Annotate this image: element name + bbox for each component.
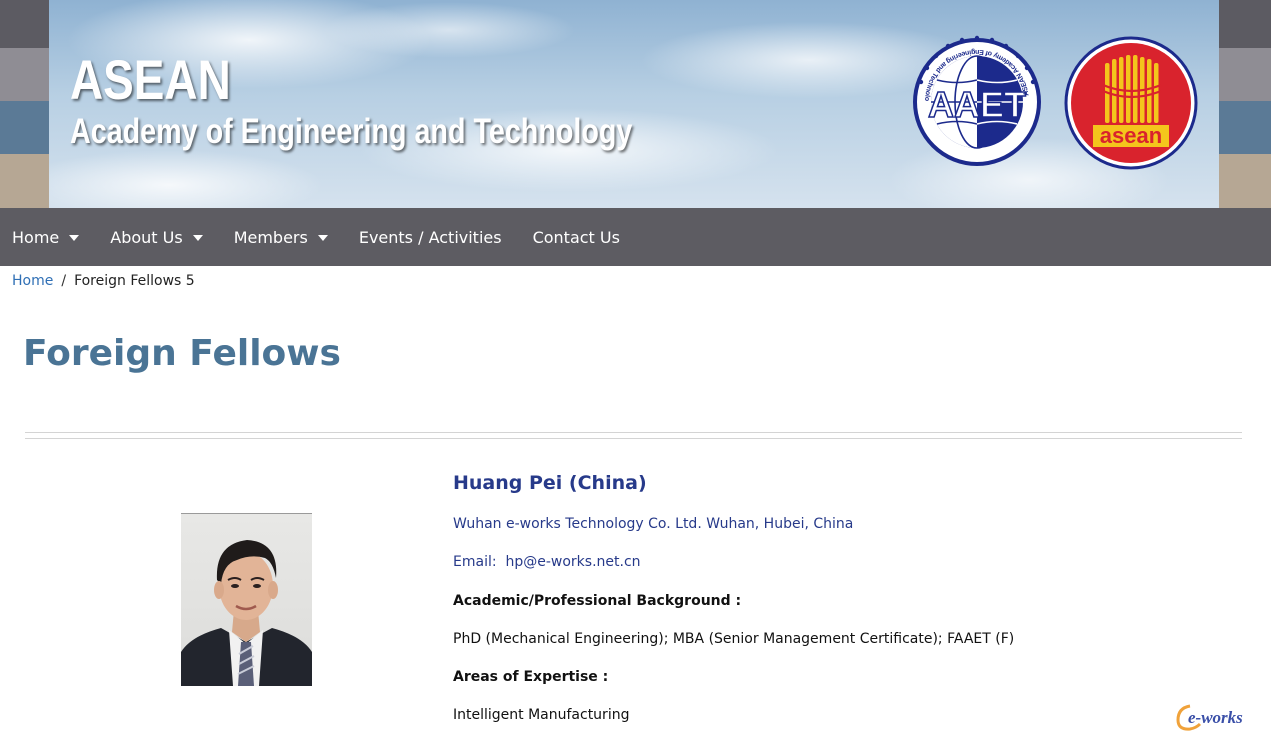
nav-contact-us[interactable]: Contact Us	[533, 228, 620, 247]
email-label: Email:	[453, 554, 497, 570]
asean-logo[interactable]: asean	[1063, 35, 1199, 171]
fellow-profile: Huang Pei (China) Wuhan e-works Technolo…	[453, 472, 1014, 723]
aaet-logo-text: AAET	[928, 84, 1026, 125]
main-nav: Home About Us Members Events / Activitie…	[0, 208, 1271, 266]
site-title[interactable]: ASEAN Academy of Engineering and Technol…	[70, 48, 633, 151]
background-text: PhD (Mechanical Engineering); MBA (Senio…	[453, 631, 1015, 647]
divider	[25, 432, 1242, 439]
header-banner: ASEAN Academy of Engineering and Technol…	[49, 0, 1219, 208]
breadcrumb-current: Foreign Fellows 5	[74, 273, 195, 289]
background-heading: Academic/Professional Background :	[453, 593, 742, 609]
breadcrumb: Home / Foreign Fellows 5	[12, 273, 195, 289]
nav-events-label: Events / Activities	[358, 227, 502, 247]
asean-logo-text: asean	[1100, 123, 1162, 148]
site-header: ASEAN Academy of Engineering and Technol…	[0, 0, 1271, 208]
fellow-affiliation: Wuhan e-works Technology Co. Ltd. Wuhan,…	[453, 516, 854, 532]
aaet-logo[interactable]: AAET ASEAN Academy of Engineering and Te…	[910, 35, 1044, 169]
breadcrumb-separator: /	[61, 273, 67, 289]
fellow-photo	[181, 513, 312, 686]
expertise-text: Intelligent Manufacturing	[453, 707, 630, 723]
nav-about-us[interactable]: About Us	[110, 227, 203, 247]
email-link[interactable]: hp@e-works.net.cn	[505, 554, 640, 570]
fellow-email-row: Email: hp@e-works.net.cn	[453, 554, 641, 570]
site-title-line1: ASEAN	[70, 48, 231, 111]
eworks-watermark: e-works	[1176, 704, 1243, 731]
watermark-text: e-works	[1188, 708, 1243, 727]
caret-down-icon	[69, 235, 80, 241]
page-title: Foreign Fellows	[23, 333, 341, 374]
caret-down-icon	[317, 235, 328, 241]
nav-members[interactable]: Members	[234, 228, 328, 247]
nav-home-label: Home	[12, 227, 60, 247]
caret-down-icon	[192, 235, 203, 241]
fellow-name: Huang Pei (China)	[453, 472, 647, 494]
nav-contact-us-label: Contact Us	[532, 227, 620, 247]
nav-members-label: Members	[233, 227, 308, 247]
expertise-heading: Areas of Expertise :	[453, 669, 609, 685]
nav-about-us-label: About Us	[110, 227, 183, 247]
nav-home[interactable]: Home	[12, 227, 80, 247]
breadcrumb-home-link[interactable]: Home	[12, 273, 53, 289]
site-title-line2: Academy of Engineering and Technology	[70, 112, 633, 151]
nav-events[interactable]: Events / Activities	[359, 228, 502, 247]
